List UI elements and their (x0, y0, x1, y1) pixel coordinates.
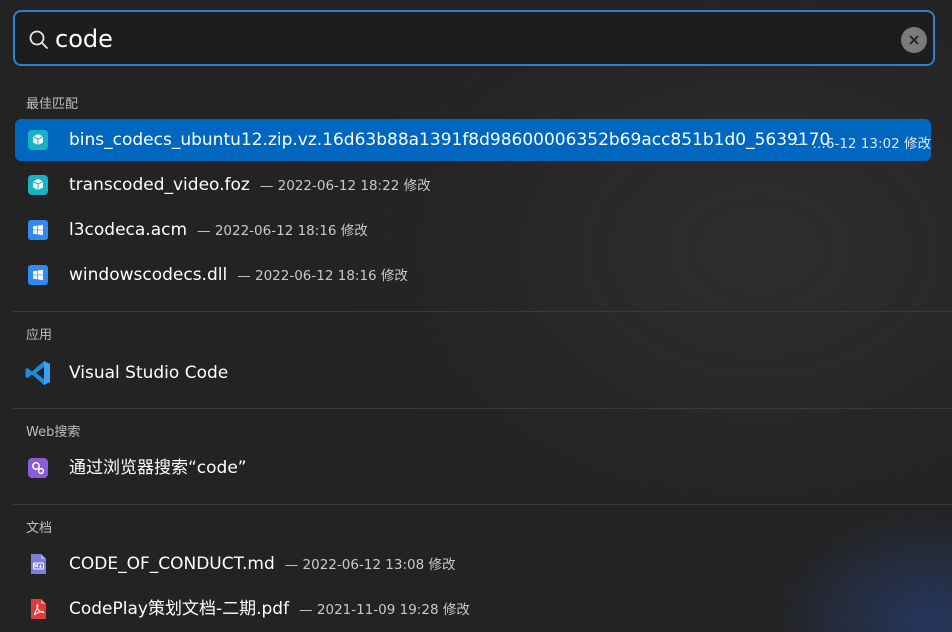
search-icon (29, 30, 48, 49)
result-line: transcoded_video.foz — 2022-06-12 18:22 修… (69, 175, 431, 196)
result-name: transcoded_video.foz (69, 175, 250, 195)
section-header-best-match: 最佳匹配 (26, 97, 79, 112)
package-icon (28, 175, 48, 195)
result-line: windowscodecs.dll — 2022-06-12 18:16 修改 (69, 265, 408, 286)
result-item-doc[interactable]: CODE_OF_CONDUCT.md — 2022-06-12 13:08 修改 (15, 543, 931, 585)
section-header-docs: 文档 (26, 521, 53, 536)
markdown-file-icon (31, 554, 46, 574)
pdf-file-icon (31, 599, 46, 619)
result-name: bins_codecs_ubuntu12.zip.vz.16d63b88a139… (69, 130, 831, 150)
result-name: CodePlay策划文档-二期.pdf (69, 599, 290, 619)
section-header-web: Web搜索 (26, 425, 81, 440)
search-input[interactable]: code (55, 25, 113, 53)
result-name: windowscodecs.dll (69, 265, 228, 285)
result-modified: — 2022-06-12 18:16 修改 (237, 268, 408, 284)
search-box[interactable]: code (13, 10, 935, 66)
result-name: CODE_OF_CONDUCT.md (69, 554, 275, 574)
result-item[interactable]: l3codeca.acm — 2022-06-12 18:16 修改 (15, 209, 931, 251)
result-line: CODE_OF_CONDUCT.md — 2022-06-12 13:08 修改 (69, 554, 455, 575)
result-item-doc[interactable]: CodePlay策划文档-二期.pdf — 2021-11-09 19:28 修改 (15, 588, 931, 630)
result-item-web[interactable]: 通过浏览器搜索“code” (15, 447, 931, 489)
result-modified: — 2022-06-12 18:22 修改 (259, 178, 431, 194)
vscode-icon (25, 361, 50, 385)
section-divider (13, 408, 952, 409)
result-name: l3codeca.acm (69, 220, 188, 240)
result-item[interactable]: bins_codecs_ubuntu12.zip.vz.16d63b88a139… (15, 119, 931, 161)
result-item[interactable]: transcoded_video.foz — 2022-06-12 18:22 修… (15, 164, 931, 206)
windows-file-icon (28, 220, 48, 240)
section-divider (13, 504, 952, 505)
result-modified: — 2021-11-09 19:28 修改 (299, 602, 470, 618)
result-modified: — 2022-06-12 13:08 修改 (284, 557, 456, 573)
result-item[interactable]: windowscodecs.dll — 2022-06-12 18:16 修改 (15, 254, 931, 296)
result-line: CodePlay策划文档-二期.pdf — 2021-11-09 19:28 修改 (69, 599, 470, 620)
result-modified: — 2022-06-12 18:16 修改 (197, 223, 368, 239)
result-item-app[interactable]: Visual Studio Code (15, 352, 931, 394)
windows-file-icon (28, 265, 48, 285)
result-modified: — …6-12 13:02 修改 (794, 136, 931, 152)
section-header-apps: 应用 (26, 328, 53, 343)
clear-search-button[interactable] (901, 27, 927, 53)
section-divider (13, 311, 952, 312)
result-name: Visual Studio Code (69, 363, 229, 383)
package-icon (28, 130, 48, 150)
close-icon (909, 35, 919, 45)
browser-search-icon (28, 458, 48, 478)
result-name: 通过浏览器搜索“code” (69, 458, 247, 478)
result-line: l3codeca.acm — 2022-06-12 18:16 修改 (69, 220, 368, 241)
